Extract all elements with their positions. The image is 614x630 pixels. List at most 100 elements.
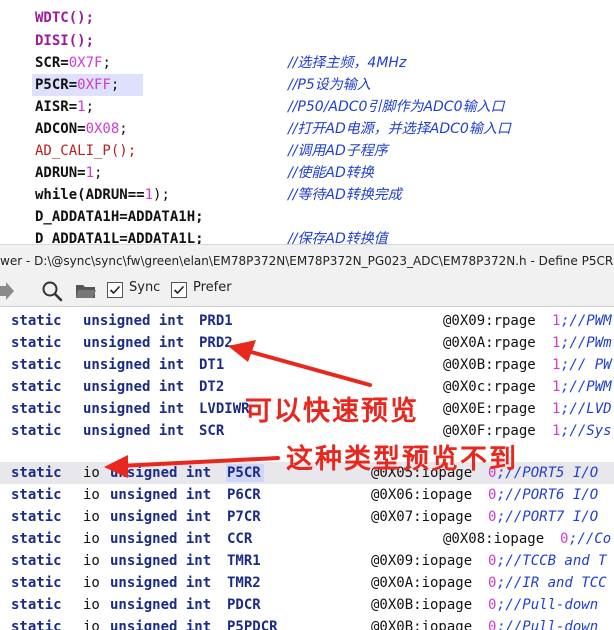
comment-text: ;//Co <box>569 531 612 547</box>
symbol-name: P6CR <box>227 487 261 503</box>
symbol-name: DT1 <box>199 357 225 373</box>
folder-icon[interactable] <box>75 282 97 304</box>
symbol-name: PRD1 <box>199 313 233 329</box>
page-number: 1 <box>552 401 561 417</box>
table-row[interactable]: static io unsigned int TMR1 @0X09:iopage… <box>0 550 614 572</box>
table-row[interactable]: static unsigned int DT1 @0X0B:rpage 1 ;/… <box>0 354 614 376</box>
address-text: @0X0E:rpage <box>443 401 536 417</box>
prefer-checkbox[interactable] <box>171 282 187 298</box>
code-comment: //打开AD电源，并选择ADC0输入口 <box>288 121 511 137</box>
symbol-name: LVDIWR <box>199 401 250 417</box>
keyword-static: static <box>11 575 62 591</box>
page-number: 0 <box>488 575 497 591</box>
keyword-static: static <box>11 487 62 503</box>
editor-line[interactable]: SCR=0X7F; //选择主频，4MHz <box>0 52 614 74</box>
keyword-static: static <box>11 313 62 329</box>
code-text: ADRUN=1; <box>35 165 103 181</box>
comment-text: ;//PWM <box>561 313 612 329</box>
symbol-name: P5CR <box>227 465 261 481</box>
code-text: D_ADDATA1H=ADDATA1H; <box>35 209 204 225</box>
editor-line[interactable]: D_ADDATA1H=ADDATA1H; <box>0 206 614 228</box>
keyword-io: io <box>83 465 100 481</box>
keyword-io: io <box>83 553 100 569</box>
editor-line[interactable]: AD_CALI_P(); //调用AD子程序 <box>0 140 614 162</box>
page-number: 0 <box>560 531 569 547</box>
page-number: 0 <box>488 487 497 503</box>
type-text: unsigned int <box>110 509 212 525</box>
comment-text: ;//PORT6 I/O <box>497 487 599 503</box>
editor-line[interactable]: D_ADDATA1L=ADDATA1L; //保存AD转换值 <box>0 228 614 244</box>
table-row[interactable]: static io unsigned int P7CR @0X07:iopage… <box>0 506 614 528</box>
editor-line[interactable]: DISI(); <box>0 30 614 52</box>
table-row[interactable]: static io unsigned int P5PDCR @0X0B:iopa… <box>0 616 614 630</box>
code-text: ADCON=0X08; <box>35 121 128 137</box>
annotation-cannot-preview: 这种类型预览不到 <box>286 444 518 475</box>
code-editor[interactable]: WDTC(); DISI(); SCR=0X7F; //选择主频，4MHz P5… <box>0 0 614 244</box>
page-number: 1 <box>552 313 561 329</box>
editor-line[interactable]: ADRUN=1; //使能AD转换 <box>0 162 614 184</box>
arrow-right-icon[interactable] <box>0 282 16 304</box>
comment-text: ;//PORT7 I/O <box>497 509 599 525</box>
type-text: unsigned int <box>110 553 212 569</box>
page-number: 1 <box>552 335 561 351</box>
type-text: unsigned int <box>110 465 212 481</box>
sync-checkbox[interactable] <box>107 282 123 298</box>
page-number: 0 <box>488 619 497 630</box>
keyword-static: static <box>11 401 62 417</box>
symbol-name: P5PDCR <box>227 619 278 630</box>
comment-text: ;//Pull-down <box>497 619 599 630</box>
comment-text: ;//IR and TCC <box>497 575 607 591</box>
code-comment: //P50/ADC0引脚作为ADC0输入口 <box>288 99 505 115</box>
keyword-io: io <box>83 597 100 613</box>
address-text: @0X0B:iopage <box>371 619 473 630</box>
code-comment: //使能AD转换 <box>288 165 374 181</box>
code-text: AISR=1; <box>35 99 95 115</box>
keyword-static: static <box>11 335 62 351</box>
type-text: unsigned int <box>83 423 185 439</box>
code-comment: //选择主频，4MHz <box>288 55 407 71</box>
editor-line[interactable]: while(ADRUN==1); //等待AD转换完成 <box>0 184 614 206</box>
type-text: unsigned int <box>110 531 212 547</box>
page-number: 0 <box>488 509 497 525</box>
address-text: @0X0B:iopage <box>371 597 473 613</box>
comment-text: ;//Sys <box>561 423 612 439</box>
comment-text: ;//PWM <box>561 379 612 395</box>
table-row[interactable]: static io unsigned int PDCR @0X0B:iopage… <box>0 594 614 616</box>
relation-window-titlebar: wer - D:\@sync\sync\fw\green\elan\EM78P3… <box>0 244 614 277</box>
prefer-label[interactable]: Prefer <box>193 280 232 295</box>
symbol-name: P7CR <box>227 509 261 525</box>
code-comment: //调用AD子程序 <box>288 143 388 159</box>
table-row[interactable]: static unsigned int PRD2 @0X0A:rpage 1 ;… <box>0 332 614 354</box>
keyword-io: io <box>83 531 100 547</box>
keyword-static: static <box>11 619 62 630</box>
table-row[interactable]: static io unsigned int P6CR @0X06:iopage… <box>0 484 614 506</box>
editor-line[interactable]: ADCON=0X08; //打开AD电源，并选择ADC0输入口 <box>0 118 614 140</box>
type-text: unsigned int <box>83 335 185 351</box>
type-text: unsigned int <box>110 597 212 613</box>
type-text: unsigned int <box>110 575 212 591</box>
address-text: @0X0c:rpage <box>443 379 536 395</box>
table-row[interactable]: static unsigned int PRD1 @0X09:rpage 1 ;… <box>0 310 614 332</box>
editor-line[interactable]: P5CR=0XFF; //P5设为输入 <box>0 74 614 96</box>
keyword-static: static <box>11 379 62 395</box>
annotation-can-preview: 可以快速预览 <box>245 396 419 427</box>
keyword-static: static <box>11 531 62 547</box>
address-text: @0X0B:rpage <box>443 357 536 373</box>
code-text: SCR=0X7F; <box>35 55 111 71</box>
sync-label[interactable]: Sync <box>129 280 160 295</box>
table-row[interactable]: static io unsigned int TMR2 @0X0A:iopage… <box>0 572 614 594</box>
symbol-name: SCR <box>199 423 225 439</box>
address-text: @0X09:rpage <box>443 313 536 329</box>
code-text: while(ADRUN==1); <box>35 187 170 203</box>
window-title: wer - D:\@sync\sync\fw\green\elan\EM78P3… <box>0 254 614 268</box>
address-text: @0X06:iopage <box>371 487 473 503</box>
editor-line[interactable]: WDTC(); <box>0 7 614 29</box>
editor-line[interactable]: AISR=1; //P50/ADC0引脚作为ADC0输入口 <box>0 96 614 118</box>
symbol-name: TMR2 <box>227 575 261 591</box>
table-row[interactable]: static io unsigned int CCR @0X08:iopage … <box>0 528 614 550</box>
keyword-static: static <box>11 357 62 373</box>
search-icon[interactable] <box>41 280 63 306</box>
comment-text: ;//Pull-down <box>497 597 599 613</box>
comment-text: ;//TCCB and T <box>497 553 607 569</box>
code-comment: //等待AD转换完成 <box>288 187 402 203</box>
